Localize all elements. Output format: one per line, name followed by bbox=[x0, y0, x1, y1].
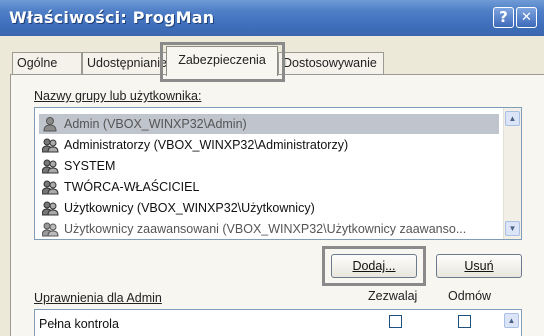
users-scrollbar[interactable]: ▲ ▼ bbox=[503, 108, 521, 239]
remove-button[interactable]: Usuń bbox=[436, 254, 522, 278]
list-item[interactable]: Administratorzy (VBOX_WINXP32\Administra… bbox=[39, 135, 499, 155]
user-icon bbox=[43, 117, 57, 132]
help-button[interactable]: ? bbox=[493, 7, 514, 28]
group-icon bbox=[42, 201, 59, 216]
close-button[interactable]: ✕ bbox=[516, 7, 537, 28]
list-item[interactable]: Admin (VBOX_WINXP32\Admin) bbox=[39, 114, 499, 134]
list-item[interactable]: TWÓRCA-WŁAŚCICIEL bbox=[39, 177, 499, 197]
tab-customize[interactable]: Dostosowywanie bbox=[278, 52, 384, 74]
list-item[interactable]: SYSTEM bbox=[39, 156, 499, 176]
title-bar[interactable]: Właściwości: ProgMan ? ✕ bbox=[0, 0, 544, 36]
scroll-up-icon[interactable]: ▲ bbox=[505, 111, 520, 126]
tab-sharing[interactable]: Udostępnianie bbox=[82, 52, 168, 74]
tab-security[interactable]: Zabezpieczenia bbox=[166, 46, 278, 76]
deny-checkbox[interactable] bbox=[458, 315, 471, 328]
users-label: Nazwy grupy lub użytkownika: bbox=[34, 89, 202, 103]
users-list[interactable]: Admin (VBOX_WINXP32\Admin) Administrator… bbox=[34, 107, 522, 240]
scroll-down-icon[interactable]: ▼ bbox=[505, 221, 520, 236]
tab-general[interactable]: Ogólne bbox=[12, 52, 82, 74]
list-item[interactable]: Użytkownicy zaawansowani (VBOX_WINXP32\U… bbox=[39, 219, 499, 239]
group-icon bbox=[42, 159, 59, 174]
list-item[interactable]: Użytkownicy (VBOX_WINXP32\Użytkownicy) bbox=[39, 198, 499, 218]
group-icon bbox=[42, 180, 59, 195]
tab-strip: Ogólne Udostępnianie Zabezpieczenia Dost… bbox=[0, 42, 544, 76]
scroll-up-icon[interactable]: ▲ bbox=[504, 313, 519, 328]
permissions-list: Pełna kontrola ▲ bbox=[34, 309, 522, 336]
properties-window: Właściwości: ProgMan ? ✕ Ogólne Udostępn… bbox=[0, 0, 544, 336]
window-title: Właściwości: ProgMan bbox=[9, 8, 215, 27]
group-icon bbox=[42, 138, 59, 153]
add-button[interactable]: Dodaj... bbox=[331, 254, 417, 278]
permission-row-name: Pełna kontrola bbox=[39, 317, 119, 331]
allow-checkbox[interactable] bbox=[389, 315, 402, 328]
column-allow: Zezwalaj bbox=[368, 289, 418, 303]
column-deny: Odmów bbox=[448, 289, 492, 303]
permissions-label: Uprawnienia dla Admin bbox=[34, 291, 162, 305]
group-icon bbox=[42, 222, 59, 237]
